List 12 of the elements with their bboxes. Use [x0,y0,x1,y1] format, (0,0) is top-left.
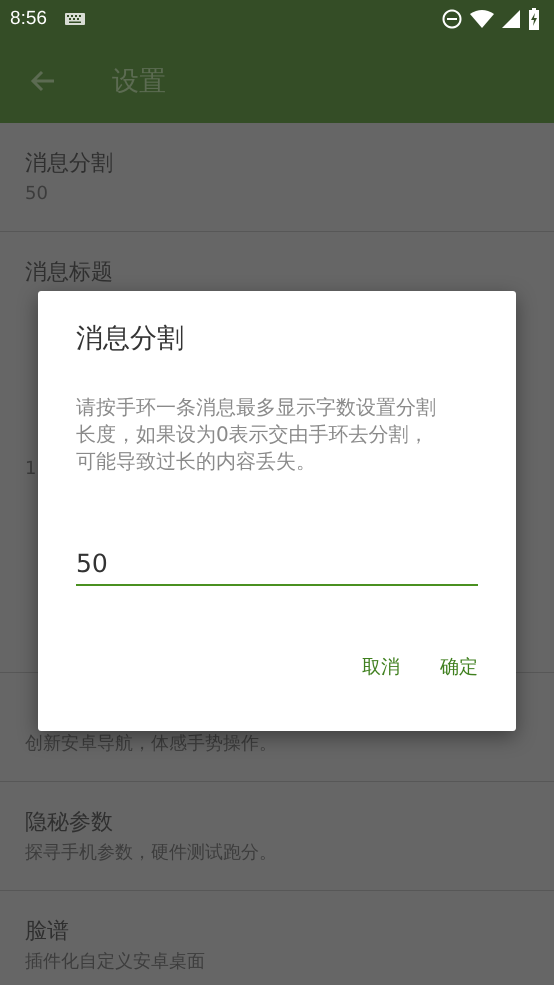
battery-charging-icon [528,8,540,30]
keyboard-icon [64,13,85,25]
dialog-button[interactable]: 取消 [352,648,410,686]
dialog-button[interactable]: 确定 [430,648,488,686]
dialog-message: 请按手环一条消息最多显示字数设置分割长度，如果设为0表示交由手环去分割，可能导致过长的内容丢失。 [76,394,437,475]
signal-icon [502,10,520,28]
status-time: 8:56 [10,8,47,30]
wifi-icon [470,10,494,28]
do-not-disturb-icon [442,9,462,29]
dialog-title: 消息分割 [76,322,185,356]
input-field[interactable]: 50 [76,549,478,586]
back-arrow-icon[interactable] [30,68,56,92]
